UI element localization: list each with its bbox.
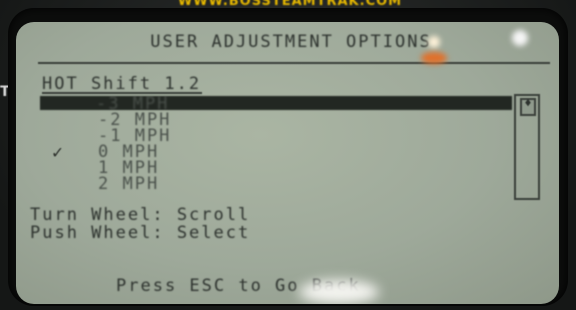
- hint-scroll: Turn Wheel: Scroll: [30, 205, 251, 225]
- hint-select: Push Wheel: Select: [30, 223, 251, 243]
- option-label: 2 MPH: [98, 174, 160, 194]
- glare-spot-bottom: [299, 280, 379, 304]
- option-row[interactable]: 2 MPH: [42, 174, 512, 194]
- title-divider: [38, 62, 550, 64]
- glare-spot-orange: [421, 52, 447, 64]
- glare-spot-corner: [512, 30, 528, 46]
- scrollbar[interactable]: ♦: [514, 94, 540, 200]
- updown-arrow-icon: ♦: [524, 96, 532, 110]
- device-photo-frame: WWW.BOSSTEAMTRAK.COM T USER ADJUSTMENT O…: [0, 0, 576, 310]
- lcd-screen: USER ADJUSTMENT OPTIONS HOT Shift 1.2 -3…: [16, 22, 559, 304]
- scroll-thumb[interactable]: ♦: [520, 96, 536, 116]
- selection-highlight: -3 MPH: [40, 94, 512, 114]
- screen-title: USER ADJUSTMENT OPTIONS: [150, 32, 432, 52]
- section-label: HOT Shift 1.2: [42, 74, 202, 94]
- glare-spot: [428, 36, 440, 48]
